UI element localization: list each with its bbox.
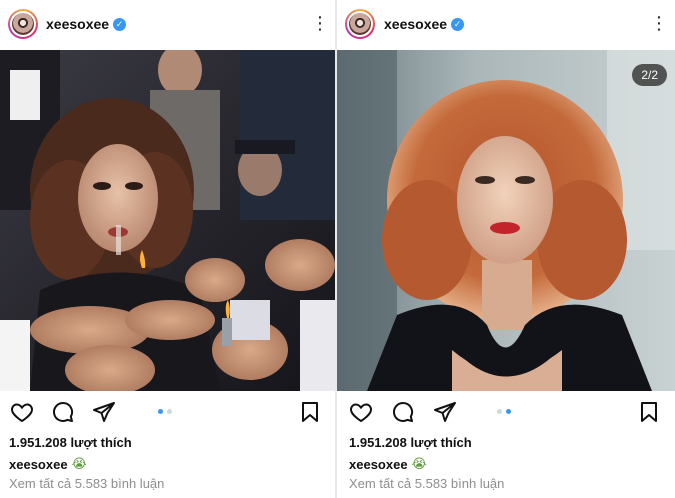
post-actions — [337, 400, 675, 426]
share-icon[interactable] — [92, 400, 116, 424]
crying-emoji-icon: 😭 — [411, 456, 427, 471]
profile-avatar[interactable] — [345, 9, 375, 39]
bookmark-icon[interactable] — [298, 400, 322, 424]
comment-icon[interactable] — [391, 400, 415, 424]
share-icon[interactable] — [433, 400, 457, 424]
view-all-comments-link[interactable]: Xem tất cả 5.583 bình luận — [9, 476, 164, 491]
caption: xeesoxee 😭 — [9, 456, 87, 472]
caption-username[interactable]: xeesoxee — [349, 457, 408, 472]
carousel-dot-1 — [497, 409, 502, 414]
verified-icon: ✓ — [113, 17, 127, 31]
post-right: xeesoxee ✓ ⋮ 2/2 1.951.208 lượt thích xe… — [337, 0, 675, 498]
username-link[interactable]: xeesoxee — [46, 16, 109, 32]
caption: xeesoxee 😭 — [349, 456, 427, 472]
post-image-portrait — [337, 50, 675, 391]
post-header: xeesoxee ✓ ⋮ — [337, 0, 675, 50]
bookmark-icon[interactable] — [637, 400, 661, 424]
comment-icon[interactable] — [51, 400, 75, 424]
carousel-dot-2 — [506, 409, 511, 414]
likes-count[interactable]: 1.951.208 lượt thích — [9, 435, 132, 450]
carousel-dot-1 — [158, 409, 163, 414]
username-row: xeesoxee ✓ — [46, 16, 127, 32]
carousel-counter: 2/2 — [632, 64, 667, 86]
heart-icon[interactable] — [349, 400, 373, 424]
carousel-dot-2 — [167, 409, 172, 414]
heart-icon[interactable] — [10, 400, 34, 424]
more-options-icon[interactable]: ⋮ — [650, 14, 668, 34]
carousel-indicator — [158, 409, 172, 414]
carousel-indicator — [497, 409, 511, 414]
username-row: xeesoxee ✓ — [384, 16, 465, 32]
post-image-lighting-scene — [0, 50, 335, 391]
view-all-comments-link[interactable]: Xem tất cả 5.583 bình luận — [349, 476, 504, 491]
verified-icon: ✓ — [451, 17, 465, 31]
post-actions — [0, 400, 335, 426]
crying-emoji-icon: 😭 — [71, 456, 87, 471]
post-header: xeesoxee ✓ ⋮ — [0, 0, 335, 50]
post-left: xeesoxee ✓ ⋮ 1.951.208 lượt thích xeesox… — [0, 0, 335, 498]
post-photo[interactable] — [0, 50, 335, 391]
caption-username[interactable]: xeesoxee — [9, 457, 68, 472]
post-photo[interactable]: 2/2 — [337, 50, 675, 391]
likes-count[interactable]: 1.951.208 lượt thích — [349, 435, 472, 450]
username-link[interactable]: xeesoxee — [384, 16, 447, 32]
profile-avatar[interactable] — [8, 9, 38, 39]
more-options-icon[interactable]: ⋮ — [311, 14, 329, 34]
